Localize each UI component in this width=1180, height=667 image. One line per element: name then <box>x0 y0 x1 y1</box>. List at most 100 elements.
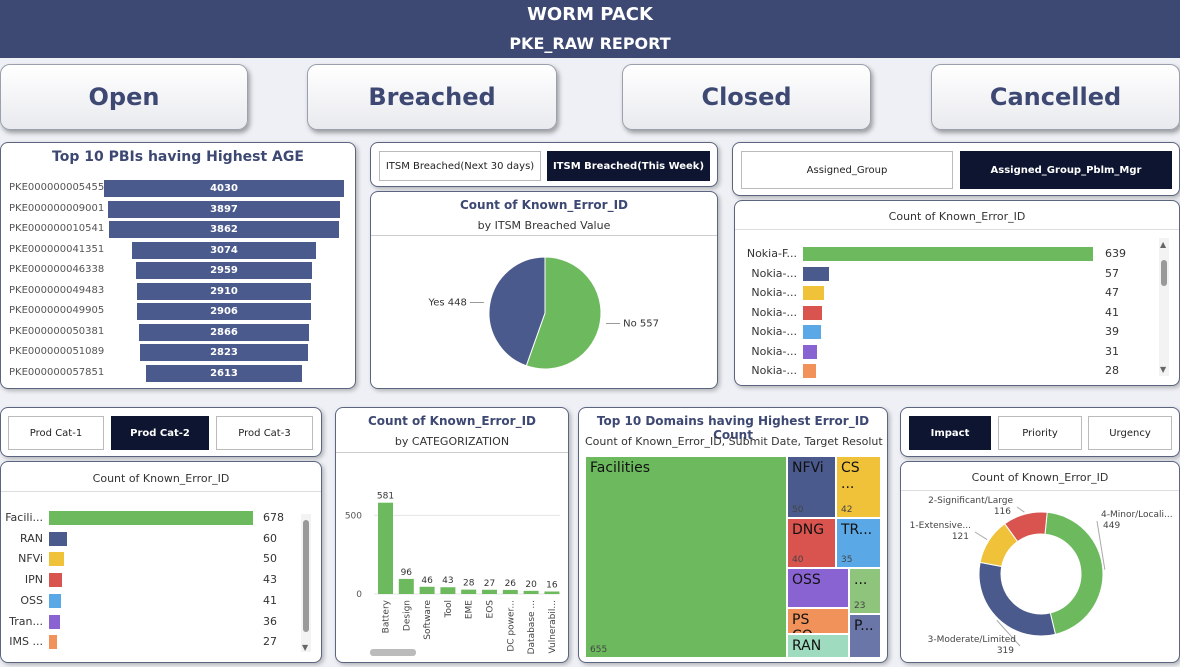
funnel-bar: 4030 <box>104 180 344 197</box>
column-bar[interactable] <box>544 591 560 594</box>
column-bar[interactable] <box>523 590 539 594</box>
bar-row: Nokia-... 57 <box>735 264 1155 284</box>
treemap-cell[interactable]: PS CO... <box>787 608 849 634</box>
tab-prod-cat-1[interactable]: Prod Cat-1 <box>8 416 104 450</box>
bar <box>803 344 818 359</box>
funnel-bar: 2866 <box>138 323 310 341</box>
funnel-bar: 2823 <box>139 344 309 361</box>
bar-label: IMS ... <box>9 635 43 649</box>
treemap-cell-label: PS CO... <box>792 612 826 633</box>
y-tick-label: 0 <box>356 590 362 600</box>
tab-prod-cat-3[interactable]: Prod Cat-3 <box>216 416 313 450</box>
bar-value: 41 <box>263 593 277 607</box>
breached-button[interactable]: Breached <box>307 64 557 130</box>
treemap-cell[interactable]: OSS <box>787 568 849 608</box>
treemap-cell[interactable]: P... <box>849 614 881 658</box>
bar-value: 57 <box>1105 266 1119 280</box>
prodcat-bar-panel: Count of Known_Error_ID Facili... 678 RAN 6… <box>0 461 322 663</box>
report-title: WORM PACK <box>527 4 653 25</box>
tab-prod-cat-2[interactable]: Prod Cat-2 <box>111 416 209 450</box>
x-tick-label: DC power... <box>506 600 516 652</box>
group-scrollbar[interactable]: ▲ ▼ <box>1159 238 1169 376</box>
treemap-cell-label: RAN <box>792 638 822 654</box>
dashboard: WORM PACK PKE_RAW REPORT Open Breached C… <box>0 0 1180 667</box>
treemap-cell[interactable]: DNG 40 <box>787 518 836 568</box>
open-button[interactable]: Open <box>0 64 248 130</box>
donut-slice[interactable] <box>1044 511 1104 635</box>
funnel-bar: 3897 <box>107 200 341 218</box>
tab-itsm-this-week[interactable]: ITSM Breached(This Week) <box>547 151 710 181</box>
treemap-cell[interactable]: NFVi 50 <box>787 456 836 518</box>
donut-value-label: 121 <box>952 532 969 542</box>
bar-label: Nokia-F... <box>746 247 797 260</box>
treemap-cell[interactable]: CS ... 42 <box>836 456 881 518</box>
bar-label: Nokia-... <box>751 364 797 377</box>
categorization-panel: Count of Known_Error_ID by CATEGORIZATIO… <box>335 407 569 663</box>
horizontal-scroll-thumb[interactable] <box>370 649 416 656</box>
tab-assigned-group[interactable]: Assigned_Group <box>741 151 953 189</box>
scroll-thumb[interactable] <box>1161 260 1167 286</box>
bar-label: OSS <box>20 593 43 607</box>
scroll-thumb[interactable] <box>303 520 309 632</box>
scroll-up-icon[interactable]: ▲ <box>1160 240 1166 249</box>
treemap-cell[interactable]: ... 23 <box>849 568 881 614</box>
bar-value: 27 <box>263 635 277 649</box>
donut-value-label: 116 <box>994 507 1011 517</box>
divider <box>336 452 568 453</box>
funnel-row: PKE000000057851 2613 <box>1 363 355 383</box>
bar-value: 28 <box>1105 364 1119 377</box>
column-bar[interactable] <box>419 586 435 594</box>
tab-priority[interactable]: Priority <box>998 416 1082 450</box>
itsm-pie-subtitle: by ITSM Breached Value <box>477 219 611 232</box>
prodcat-bar-title: Count of Known_Error_ID <box>92 472 230 485</box>
bar <box>49 531 68 546</box>
column-bar[interactable] <box>440 587 456 594</box>
treemap-cell[interactable]: Facilities 655 <box>585 456 787 658</box>
cancelled-button[interactable]: Cancelled <box>931 64 1180 130</box>
funnel-label: PKE000000057851 <box>9 366 105 378</box>
prodcat-slicer: Prod Cat-1 Prod Cat-2 Prod Cat-3 <box>0 407 322 457</box>
tab-itsm-next-30-days[interactable]: ITSM Breached(Next 30 days) <box>379 151 541 181</box>
tab-urgency[interactable]: Urgency <box>1088 416 1172 450</box>
column-bar[interactable] <box>461 589 477 594</box>
prodcat-scrollbar[interactable]: ▼ <box>301 514 311 652</box>
treemap-cell-label: TR... <box>841 522 873 538</box>
bar <box>49 614 60 629</box>
treemap-cell[interactable]: TR... 35 <box>836 518 881 568</box>
funnel-row: PKE000000049483 2910 <box>1 281 355 301</box>
funnel-label: PKE000000046338 <box>9 264 105 275</box>
funnel-row: PKE000000005455 4030 <box>1 178 355 198</box>
column-bar[interactable] <box>398 578 414 594</box>
donut-slice[interactable] <box>978 561 1057 637</box>
tab-impact[interactable]: Impact <box>909 416 991 450</box>
bar <box>49 635 58 650</box>
bar-label: NFVi <box>18 552 43 566</box>
treemap-cell[interactable]: RAN <box>787 634 849 658</box>
tab-assigned-group-pblm-mgr[interactable]: Assigned_Group_Pblm_Mgr <box>960 151 1172 189</box>
pie-data-label: No 557 <box>623 319 659 330</box>
report-header: WORM PACK PKE_RAW REPORT <box>0 0 1180 58</box>
treemap-cell-value: 35 <box>841 555 853 565</box>
scroll-down-icon[interactable]: ▼ <box>302 643 308 652</box>
age-panel: Top 10 PBIs having Highest AGE PKE000000… <box>0 142 356 389</box>
column-bar[interactable] <box>482 589 497 594</box>
funnel-label: PKE000000051089 <box>9 346 105 357</box>
column-bar[interactable] <box>502 589 518 594</box>
bar-value: 36 <box>263 614 277 628</box>
bar <box>49 573 62 588</box>
impact-donut-title: Count of Known_Error_ID <box>971 471 1109 484</box>
bar-label: Tran... <box>9 614 43 628</box>
closed-button[interactable]: Closed <box>622 64 871 130</box>
treemap-cell-value: 655 <box>590 645 608 655</box>
scroll-down-icon[interactable]: ▼ <box>1160 365 1166 374</box>
bar-value: 41 <box>1105 305 1119 319</box>
funnel-label: PKE000000049905 <box>9 305 105 316</box>
y-tick-label: 500 <box>345 511 362 521</box>
funnel-bar: 2910 <box>137 282 311 300</box>
bar <box>49 593 62 608</box>
column-bar[interactable] <box>378 502 393 594</box>
group-bar-title: Count of Known_Error_ID <box>888 210 1026 223</box>
funnel-row: PKE000000046338 2959 <box>1 260 355 280</box>
bar-row: OSS 41 <box>1 591 301 611</box>
treemap-panel: Top 10 Domains having Highest Error_ID C… <box>578 407 888 663</box>
